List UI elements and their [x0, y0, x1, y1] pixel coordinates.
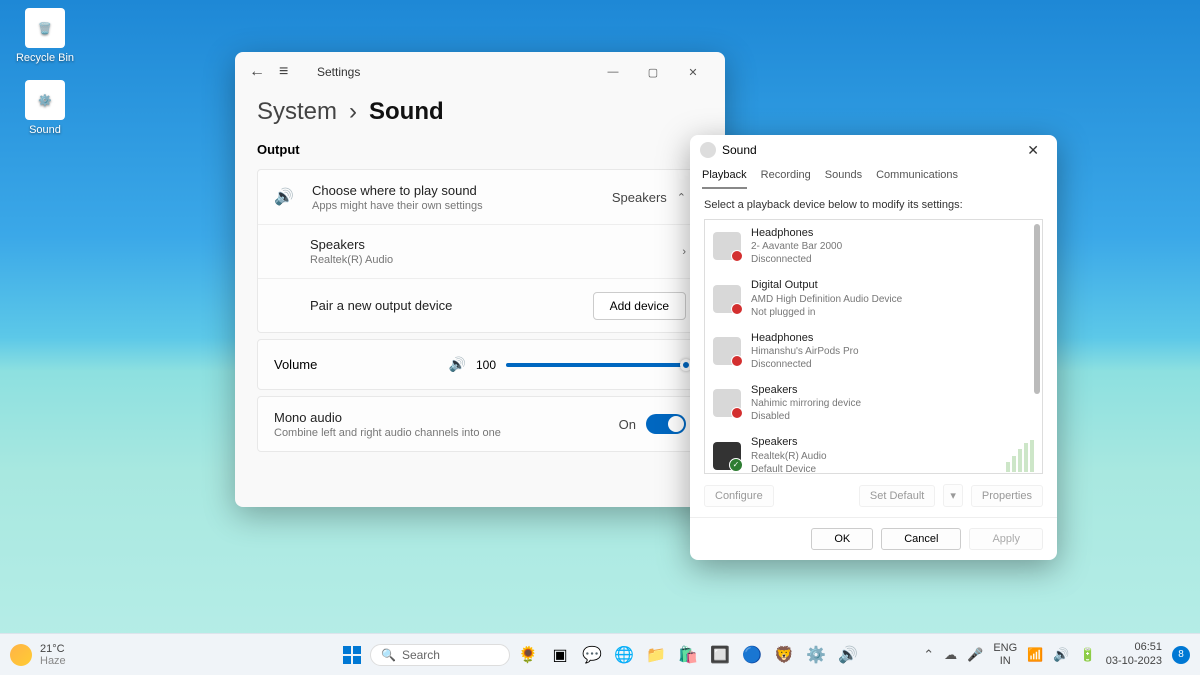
taskbar-settings-icon[interactable]: ⚙️: [802, 641, 830, 669]
taskbar-store-icon[interactable]: 🛍️: [674, 641, 702, 669]
taskbar-taskview-icon[interactable]: ▣: [546, 641, 574, 669]
language-indicator[interactable]: ENG: [993, 642, 1017, 654]
volume-slider[interactable]: [506, 363, 686, 367]
output-heading: Output: [257, 142, 703, 157]
ok-button[interactable]: OK: [811, 528, 873, 550]
speakers-row[interactable]: Speakers Realtek(R) Audio ›: [258, 224, 702, 278]
chevron-right-icon: ›: [682, 246, 686, 258]
chevron-up-icon: ⌃: [677, 191, 686, 204]
volume-row: Volume 🔊 100: [258, 340, 702, 389]
speaker-icon: [713, 389, 741, 417]
search-box[interactable]: 🔍 Search: [370, 644, 510, 666]
device-item[interactable]: Headphones 2- Aavante Bar 2000 Disconnec…: [705, 220, 1042, 272]
settings-titlebar[interactable]: ← ≡ Settings — ▢ ✕: [235, 52, 725, 92]
close-button[interactable]: ✕: [1019, 138, 1047, 163]
breadcrumb: System › Sound: [257, 98, 703, 126]
taskbar-explorer-icon[interactable]: 📁: [642, 641, 670, 669]
cancel-button[interactable]: Cancel: [881, 528, 961, 550]
tray-wifi-icon[interactable]: 📶: [1027, 647, 1043, 663]
apply-button[interactable]: Apply: [969, 528, 1043, 550]
tab-recording[interactable]: Recording: [761, 165, 811, 189]
sound-app-icon: [700, 142, 716, 158]
clock[interactable]: 06:51 03-10-2023: [1106, 641, 1162, 667]
app-title: Settings: [317, 65, 360, 79]
desktop-icon-label: Recycle Bin: [10, 52, 80, 64]
tray-volume-icon[interactable]: 🔊: [1053, 647, 1069, 663]
device-item[interactable]: Speakers Nahimic mirroring device Disabl…: [705, 377, 1042, 429]
sound-tabs: Playback Recording Sounds Communications: [690, 165, 1057, 189]
taskbar-widgets-icon[interactable]: 🌻: [514, 641, 542, 669]
maximize-button[interactable]: ▢: [633, 56, 673, 88]
breadcrumb-parent[interactable]: System: [257, 98, 337, 126]
sound-shortcut-icon: ⚙️: [25, 80, 65, 120]
headphones-icon: [713, 337, 741, 365]
notification-badge[interactable]: 8: [1172, 646, 1190, 664]
menu-button[interactable]: ≡: [279, 63, 299, 81]
minimize-button[interactable]: —: [593, 56, 633, 88]
close-button[interactable]: ✕: [673, 56, 713, 88]
sound-titlebar[interactable]: Sound ✕: [690, 135, 1057, 165]
back-button[interactable]: ←: [247, 63, 267, 81]
instruction-text: Select a playback device below to modify…: [690, 189, 1057, 219]
set-default-button[interactable]: Set Default: [859, 485, 935, 507]
mono-audio-toggle[interactable]: [646, 414, 686, 434]
device-item-default[interactable]: Speakers Realtek(R) Audio Default Device: [705, 429, 1042, 474]
headphones-icon: [713, 232, 741, 260]
volume-icon[interactable]: 🔊: [449, 356, 466, 373]
tray-battery-icon[interactable]: 🔋: [1080, 647, 1096, 663]
mono-audio-row: Mono audio Combine left and right audio …: [258, 397, 702, 451]
desktop-icon-recycle-bin[interactable]: 🗑️ Recycle Bin: [10, 8, 80, 64]
taskbar-chrome-icon[interactable]: 🔵: [738, 641, 766, 669]
tray-mic-icon[interactable]: 🎤: [967, 647, 983, 663]
taskbar-app-icon[interactable]: 🔲: [706, 641, 734, 669]
sound-control-window: Sound ✕ Playback Recording Sounds Commun…: [690, 135, 1057, 560]
choose-output-row[interactable]: 🔊 Choose where to play sound Apps might …: [258, 170, 702, 224]
speaker-icon: 🔊: [274, 187, 298, 207]
device-item[interactable]: Headphones Himanshu's AirPods Pro Discon…: [705, 325, 1042, 377]
taskbar: 21°C Haze 🔍 Search 🌻 ▣ 💬 🌐 📁 🛍️ 🔲 🔵 🦁 ⚙️…: [0, 633, 1200, 675]
taskbar-sound-icon[interactable]: 🔊: [834, 641, 862, 669]
device-item[interactable]: Digital Output AMD High Definition Audio…: [705, 272, 1042, 324]
add-device-button[interactable]: Add device: [593, 292, 686, 320]
taskbar-chat-icon[interactable]: 💬: [578, 641, 606, 669]
speaker-icon: [713, 442, 741, 470]
pair-device-row: Pair a new output device Add device: [258, 278, 702, 332]
settings-window: ← ≡ Settings — ▢ ✕ System › Sound Output…: [235, 52, 725, 507]
digital-output-icon: [713, 285, 741, 313]
taskbar-brave-icon[interactable]: 🦁: [770, 641, 798, 669]
tray-onedrive-icon[interactable]: ☁: [944, 647, 957, 663]
start-button[interactable]: [338, 641, 366, 669]
tab-sounds[interactable]: Sounds: [825, 165, 862, 189]
tab-playback[interactable]: Playback: [702, 165, 747, 189]
configure-button[interactable]: Configure: [704, 485, 774, 507]
properties-button[interactable]: Properties: [971, 485, 1043, 507]
recycle-bin-icon: 🗑️: [25, 8, 65, 48]
tab-communications[interactable]: Communications: [876, 165, 958, 189]
chevron-right-icon: ›: [349, 98, 357, 126]
scrollbar[interactable]: [1034, 224, 1040, 394]
taskbar-edge-icon[interactable]: 🌐: [610, 641, 638, 669]
weather-widget[interactable]: 21°C Haze: [10, 643, 66, 667]
breadcrumb-current: Sound: [369, 98, 444, 126]
search-icon: 🔍: [381, 648, 396, 662]
set-default-dropdown[interactable]: ▾: [943, 484, 963, 507]
tray-chevron-icon[interactable]: ⌃: [923, 647, 934, 663]
playback-device-list[interactable]: Headphones 2- Aavante Bar 2000 Disconnec…: [704, 219, 1043, 474]
weather-icon: [10, 644, 32, 666]
level-meter: [1006, 440, 1034, 472]
desktop-icon-sound[interactable]: ⚙️ Sound: [10, 80, 80, 136]
desktop-icon-label: Sound: [10, 124, 80, 136]
